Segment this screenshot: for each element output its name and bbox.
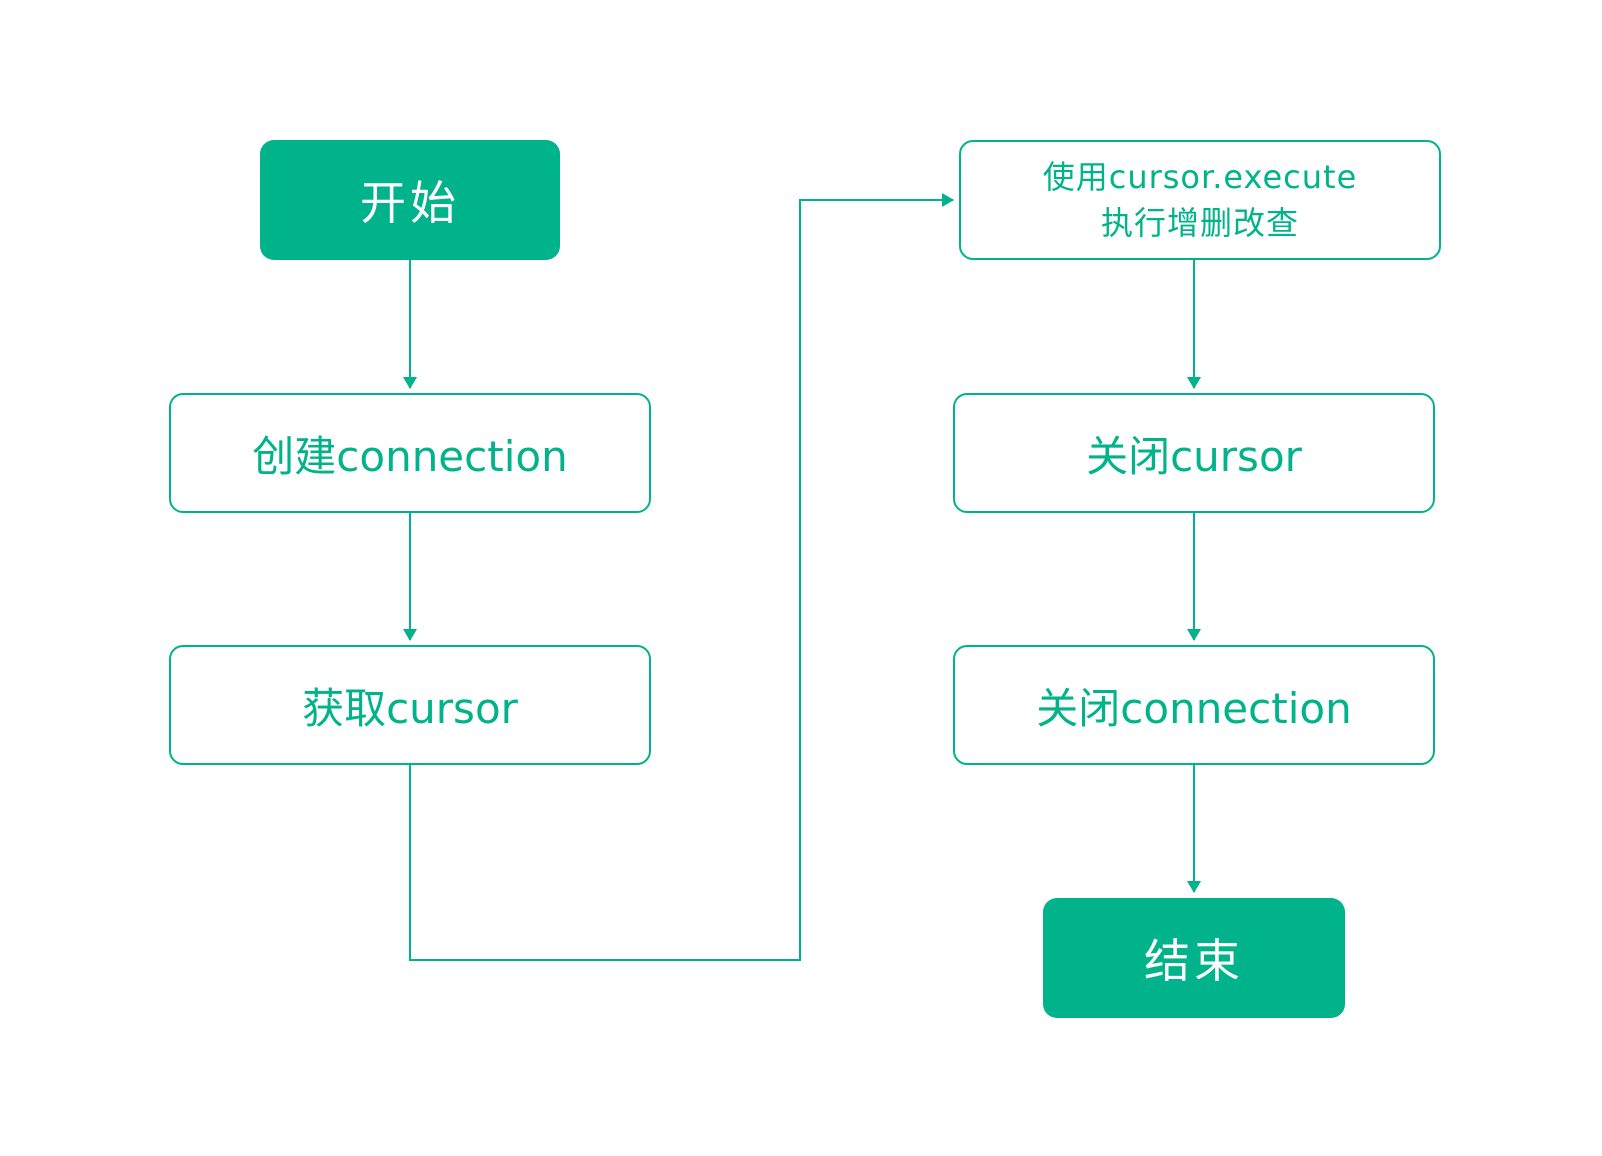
- execute-node: 使用cursor.execute 执行增删改查: [959, 140, 1441, 260]
- end-label: 结束: [1144, 934, 1244, 988]
- create-connection-node: 创建connection: [169, 393, 651, 513]
- end-node: 结束: [1043, 898, 1345, 1018]
- start-label: 开始: [360, 176, 460, 230]
- create-connection-label: 创建connection: [252, 431, 568, 481]
- start-node: 开始: [260, 140, 560, 260]
- arrow-get-cursor-to-execute: [409, 193, 954, 961]
- execute-label: 使用cursor.execute 执行增删改查: [1042, 158, 1358, 242]
- close-cursor-label: 关闭cursor: [1086, 431, 1302, 481]
- close-connection-label: 关闭connection: [1036, 683, 1352, 733]
- close-cursor-node: 关闭cursor: [953, 393, 1435, 513]
- get-cursor-node: 获取cursor: [169, 645, 651, 765]
- close-connection-node: 关闭connection: [953, 645, 1435, 765]
- get-cursor-label: 获取cursor: [302, 683, 518, 733]
